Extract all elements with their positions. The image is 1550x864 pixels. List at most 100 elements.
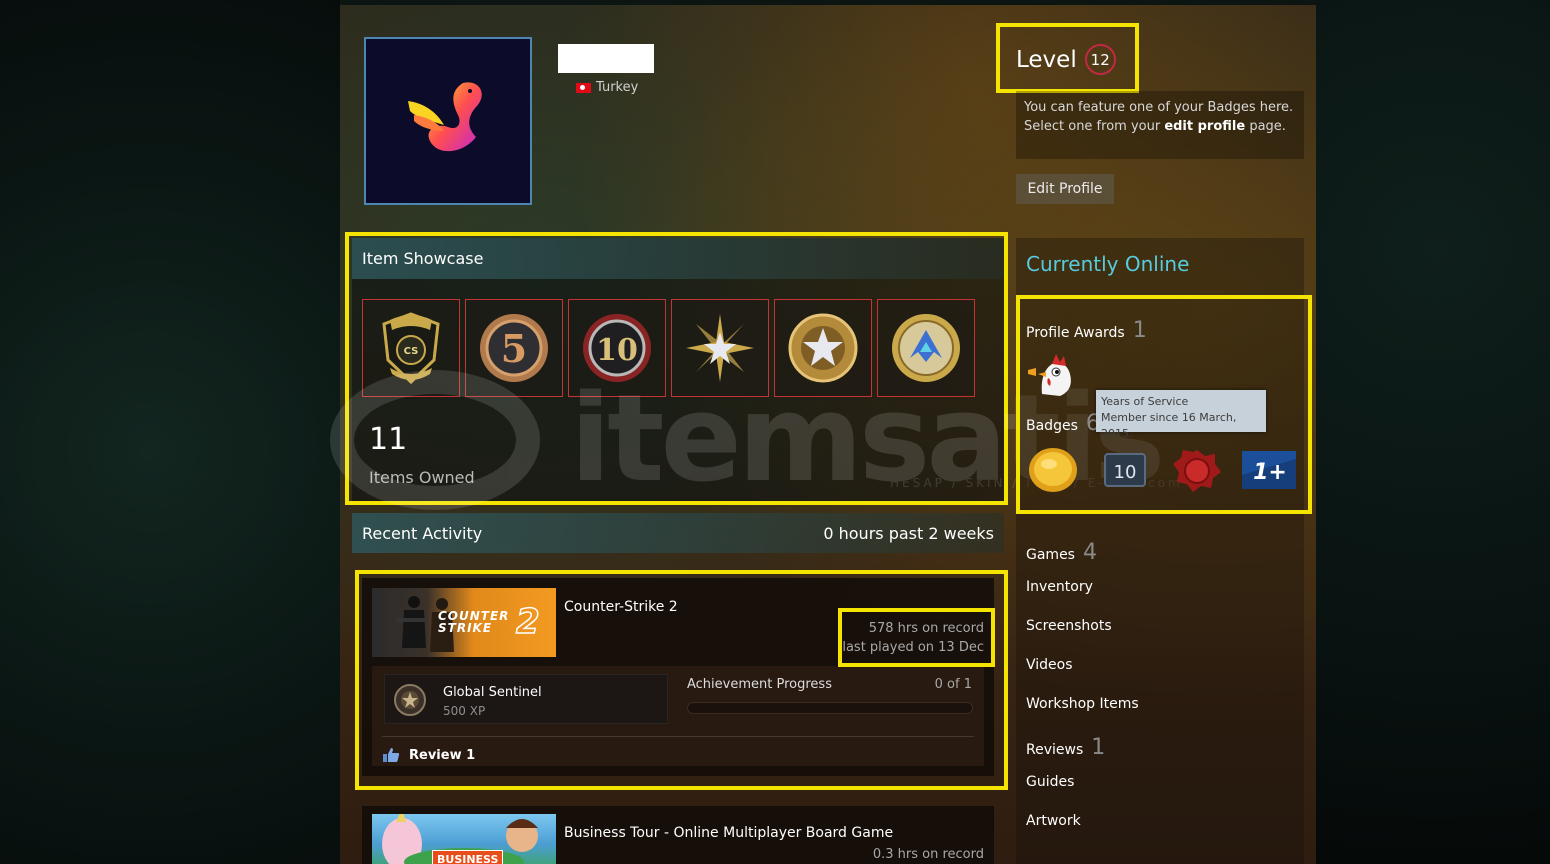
profile-awards-link[interactable]: Profile Awards 1 xyxy=(1026,318,1147,343)
svg-text:10: 10 xyxy=(596,333,638,368)
game-title[interactable]: Counter-Strike 2 xyxy=(564,599,678,615)
badges-row: 10 1+ xyxy=(1026,446,1296,494)
game-2-title[interactable]: Business Tour - Online Multiplayer Board… xyxy=(564,825,893,841)
review-link[interactable]: Review 1 xyxy=(382,747,475,763)
nav-screenshots[interactable]: Screenshots xyxy=(1026,618,1147,657)
items-owned-count: 11 xyxy=(369,422,408,457)
ten-years-badge-text: 10 xyxy=(1114,462,1137,483)
nav-screenshots-label: Screenshots xyxy=(1026,618,1112,634)
showcase-item-3[interactable]: 10 xyxy=(568,299,666,397)
turkey-flag-icon xyxy=(576,82,591,93)
badge-tooltip: Years of Service Member since 16 March, … xyxy=(1096,390,1266,440)
badge-note-post: page. xyxy=(1245,119,1286,134)
showcase-items: CS 5 10 xyxy=(362,299,975,397)
five-year-coin-icon: 5 xyxy=(480,314,548,382)
one-plus-badge-text: 1+ xyxy=(1253,460,1287,485)
last-played: last played on 13 Dec xyxy=(842,640,984,655)
global-sentinel-icon xyxy=(394,684,426,716)
nav-videos[interactable]: Videos xyxy=(1026,657,1147,696)
nav-guides[interactable]: Guides xyxy=(1026,774,1147,813)
level-badge[interactable]: 12 xyxy=(1084,44,1116,75)
showcase-item-1[interactable]: CS xyxy=(362,299,460,397)
level-label: Level xyxy=(1016,46,1077,73)
edit-profile-button[interactable]: Edit Profile xyxy=(1016,174,1114,204)
item-showcase-title: Item Showcase xyxy=(362,249,484,268)
game-2-hours: 0.3 hrs on record xyxy=(872,847,984,862)
items-owned-label: Items Owned xyxy=(369,468,475,487)
review-divider xyxy=(382,736,974,737)
item-showcase-header: Item Showcase xyxy=(352,238,1004,279)
gold-coin-icon xyxy=(1029,448,1077,492)
service-medal-icon xyxy=(788,313,858,383)
achievement-progress-label: Achievement Progress xyxy=(687,677,832,692)
swan-logo-icon xyxy=(408,82,482,152)
showcase-item-5[interactable] xyxy=(774,299,872,397)
profile-country: Turkey xyxy=(576,80,638,95)
red-seal-badge-icon xyxy=(1173,450,1221,492)
profile-name-redacted xyxy=(558,44,654,73)
achievement-progress-count: 0 of 1 xyxy=(934,677,972,692)
nav-workshop-items[interactable]: Workshop Items xyxy=(1026,696,1147,735)
svg-text:CS: CS xyxy=(404,346,419,357)
nav-inventory[interactable]: Inventory xyxy=(1026,579,1147,618)
showcase-item-4[interactable] xyxy=(671,299,769,397)
nav-reviews-label: Reviews xyxy=(1026,742,1084,758)
review-label: Review 1 xyxy=(409,747,476,763)
nav-reviews-count: 1 xyxy=(1091,735,1106,760)
profile-awards-count: 1 xyxy=(1132,318,1147,343)
badge-4[interactable]: 1+ xyxy=(1242,446,1296,494)
ten-year-coin-icon: 10 xyxy=(583,314,651,382)
achievement-name: Global Sentinel xyxy=(443,685,542,700)
badge-2[interactable]: 10 xyxy=(1098,446,1152,494)
chicken-award-icon[interactable] xyxy=(1026,350,1078,398)
country-label: Turkey xyxy=(596,80,639,95)
operation-coin-icon xyxy=(892,314,960,382)
nav-games[interactable]: Games 4 xyxy=(1026,540,1147,579)
tooltip-title: Years of Service xyxy=(1101,395,1189,408)
cs2-capsule[interactable]: COUNTER STRIKE 2 xyxy=(372,588,556,657)
badge-note-line2: Select one from your edit profile page. xyxy=(1024,117,1296,136)
achievement-item[interactable]: Global Sentinel 500 XP xyxy=(384,674,668,724)
featured-badge-note: You can feature one of your Badges here.… xyxy=(1016,91,1304,159)
badge-note-line1: You can feature one of your Badges here. xyxy=(1024,100,1294,115)
cs2-capsule-number: 2 xyxy=(515,601,540,643)
one-plus-badge-icon: 1+ xyxy=(1242,451,1296,489)
recent-activity-summary: 0 hours past 2 weeks xyxy=(823,523,994,543)
star-medal-icon xyxy=(686,314,754,382)
nav-artwork[interactable]: Artwork xyxy=(1026,813,1147,852)
recent-activity-header: Recent Activity 0 hours past 2 weeks xyxy=(352,513,1004,553)
nav-artwork-label: Artwork xyxy=(1026,813,1081,829)
achievement-xp: 500 XP xyxy=(443,704,486,718)
thumbs-up-icon xyxy=(383,748,400,762)
business-tour-capsule-text: BUSINESS xyxy=(432,850,504,864)
badges-label: Badges xyxy=(1026,418,1078,434)
online-status: Currently Online xyxy=(1026,252,1190,276)
badge-3[interactable] xyxy=(1170,446,1224,494)
business-tour-capsule[interactable]: BUSINESS xyxy=(372,814,556,864)
showcase-item-2[interactable]: 5 xyxy=(465,299,563,397)
nav-videos-label: Videos xyxy=(1026,657,1073,673)
nav-games-label: Games xyxy=(1026,547,1075,563)
nav-guides-label: Guides xyxy=(1026,774,1075,790)
nav-reviews[interactable]: Reviews 1 xyxy=(1026,735,1147,774)
showcase-item-6[interactable] xyxy=(877,299,975,397)
recent-game-card: COUNTER STRIKE 2 Counter-Strike 2 578 hr… xyxy=(362,578,994,776)
nav-games-count: 4 xyxy=(1082,540,1097,565)
badges-link[interactable]: Badges 6 xyxy=(1026,411,1100,436)
tooltip-text: Member since 16 March, 2015. xyxy=(1101,411,1237,440)
nav-workshop-items-label: Workshop Items xyxy=(1026,696,1139,712)
profile-level: Level 12 xyxy=(1016,44,1116,75)
recent-activity-title: Recent Activity xyxy=(362,523,483,543)
game-hours: 578 hrs on record last played on 13 Dec xyxy=(842,619,984,657)
nav-inventory-label: Inventory xyxy=(1026,579,1093,595)
profile-nav-list: Games 4 Inventory Screenshots Videos Work… xyxy=(1026,540,1147,852)
right-background xyxy=(1316,0,1550,864)
achievement-panel: Global Sentinel 500 XP Achievement Progr… xyxy=(372,666,984,766)
recent-game-card-2: BUSINESS Business Tour - Online Multipla… xyxy=(362,806,994,864)
profile-avatar[interactable] xyxy=(364,37,532,205)
left-background xyxy=(0,0,340,864)
badge-1[interactable] xyxy=(1026,446,1080,494)
profile-awards-label: Profile Awards xyxy=(1026,325,1125,341)
svg-text:5: 5 xyxy=(501,326,527,371)
edit-profile-link[interactable]: edit profile xyxy=(1164,119,1245,134)
